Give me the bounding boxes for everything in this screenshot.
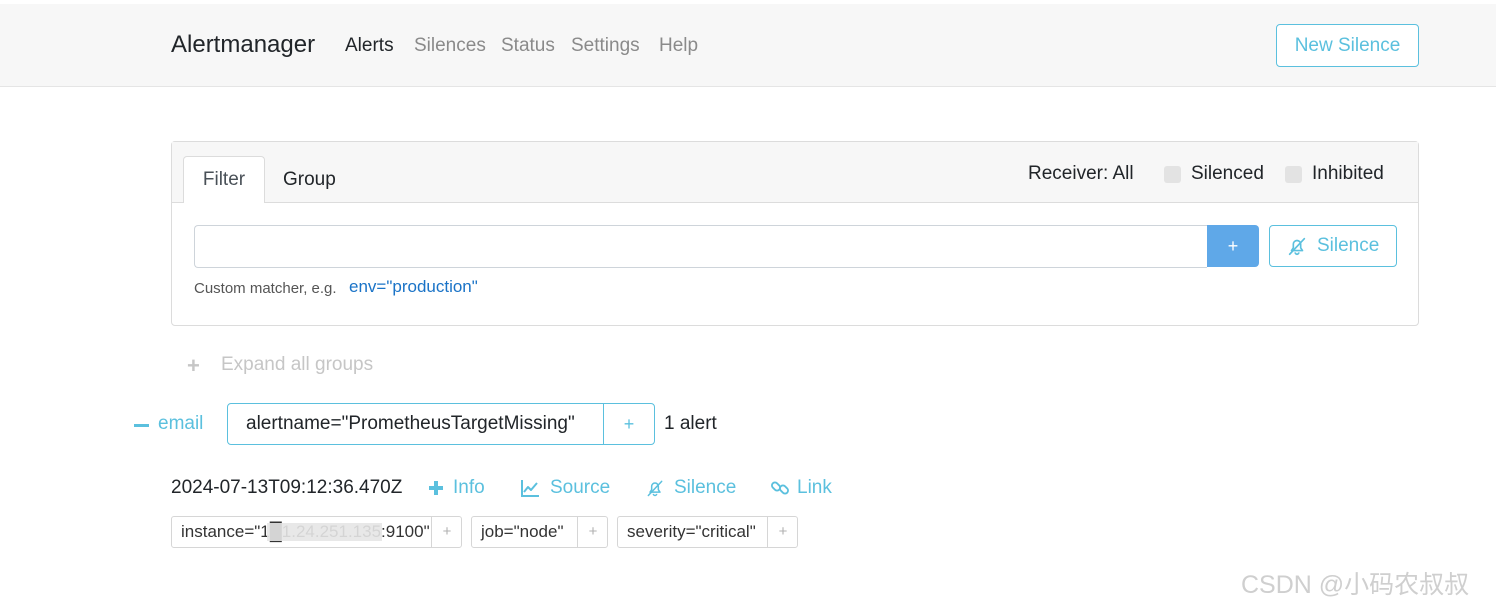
silence-filter-button[interactable]: Silence xyxy=(1269,225,1397,267)
alert-timestamp: 2024-07-13T09:12:36.470Z xyxy=(171,477,403,498)
tab-filter[interactable]: Filter xyxy=(183,156,265,203)
plus-icon xyxy=(429,481,443,495)
info-label: Info xyxy=(453,477,485,498)
label-job-add-button[interactable]: + xyxy=(578,517,608,547)
nav-alerts[interactable]: Alerts xyxy=(345,35,394,57)
expand-all-label: Expand all groups xyxy=(221,354,374,375)
watermark: CSDN @小码农叔叔 xyxy=(1241,571,1470,599)
silence-alert-label: Silence xyxy=(674,477,737,498)
inhibited-checkbox-box[interactable] xyxy=(1285,166,1302,183)
filter-input[interactable] xyxy=(194,225,1207,268)
group-matcher-label[interactable]: alertname="PrometheusTargetMissing" xyxy=(246,404,575,444)
label-job-text[interactable]: job="node" xyxy=(481,517,564,547)
inhibited-checkbox-label: Inhibited xyxy=(1312,163,1384,184)
silence-filter-label: Silence xyxy=(1317,235,1380,256)
bell-slash-icon xyxy=(1288,237,1306,256)
brand-link[interactable]: Alertmanager xyxy=(171,31,315,59)
group-matcher: alertname="PrometheusTargetMissing" + xyxy=(227,403,655,445)
source-label: Source xyxy=(550,477,611,498)
filter-card: Filter Group Receiver: All Silenced Inhi… xyxy=(171,141,1419,326)
link-icon xyxy=(771,481,789,495)
nav-settings[interactable]: Settings xyxy=(571,35,640,57)
filter-card-header: Filter Group Receiver: All Silenced Inhi… xyxy=(172,142,1418,203)
group-receiver-label: email xyxy=(158,413,204,434)
silenced-checkbox-box[interactable] xyxy=(1164,166,1181,183)
bell-slash-icon xyxy=(647,480,663,497)
link-label: Link xyxy=(797,477,832,498)
new-silence-button[interactable]: New Silence xyxy=(1276,24,1419,67)
add-filter-button[interactable]: + xyxy=(1207,225,1259,267)
tab-group[interactable]: Group xyxy=(283,169,336,191)
minus-icon xyxy=(134,424,149,427)
label-severity-add-button[interactable]: + xyxy=(768,517,798,547)
label-instance-add-button[interactable]: + xyxy=(432,517,462,547)
alert-count: 1 alert xyxy=(664,413,717,434)
label-instance: instance="1█1.24.251.135:9100" + xyxy=(171,516,462,548)
silenced-checkbox-label: Silenced xyxy=(1191,163,1264,184)
nav-help[interactable]: Help xyxy=(659,35,698,57)
helper-text: Custom matcher, e.g. xyxy=(194,280,337,297)
label-severity: severity="critical" + xyxy=(617,516,798,548)
plus-icon: + xyxy=(187,353,200,378)
navbar: Alertmanager Alerts Silences Status Sett… xyxy=(0,4,1496,87)
group-matcher-add-button[interactable]: + xyxy=(604,404,654,444)
receiver-dropdown[interactable]: Receiver: All xyxy=(1028,163,1134,185)
chart-line-icon xyxy=(521,480,539,497)
redaction-mask xyxy=(267,523,382,541)
helper-example[interactable]: env="production" xyxy=(349,277,478,297)
nav-status[interactable]: Status xyxy=(501,35,555,57)
label-job: job="node" + xyxy=(471,516,608,548)
label-severity-text[interactable]: severity="critical" xyxy=(627,517,756,547)
nav-silences[interactable]: Silences xyxy=(414,35,486,57)
